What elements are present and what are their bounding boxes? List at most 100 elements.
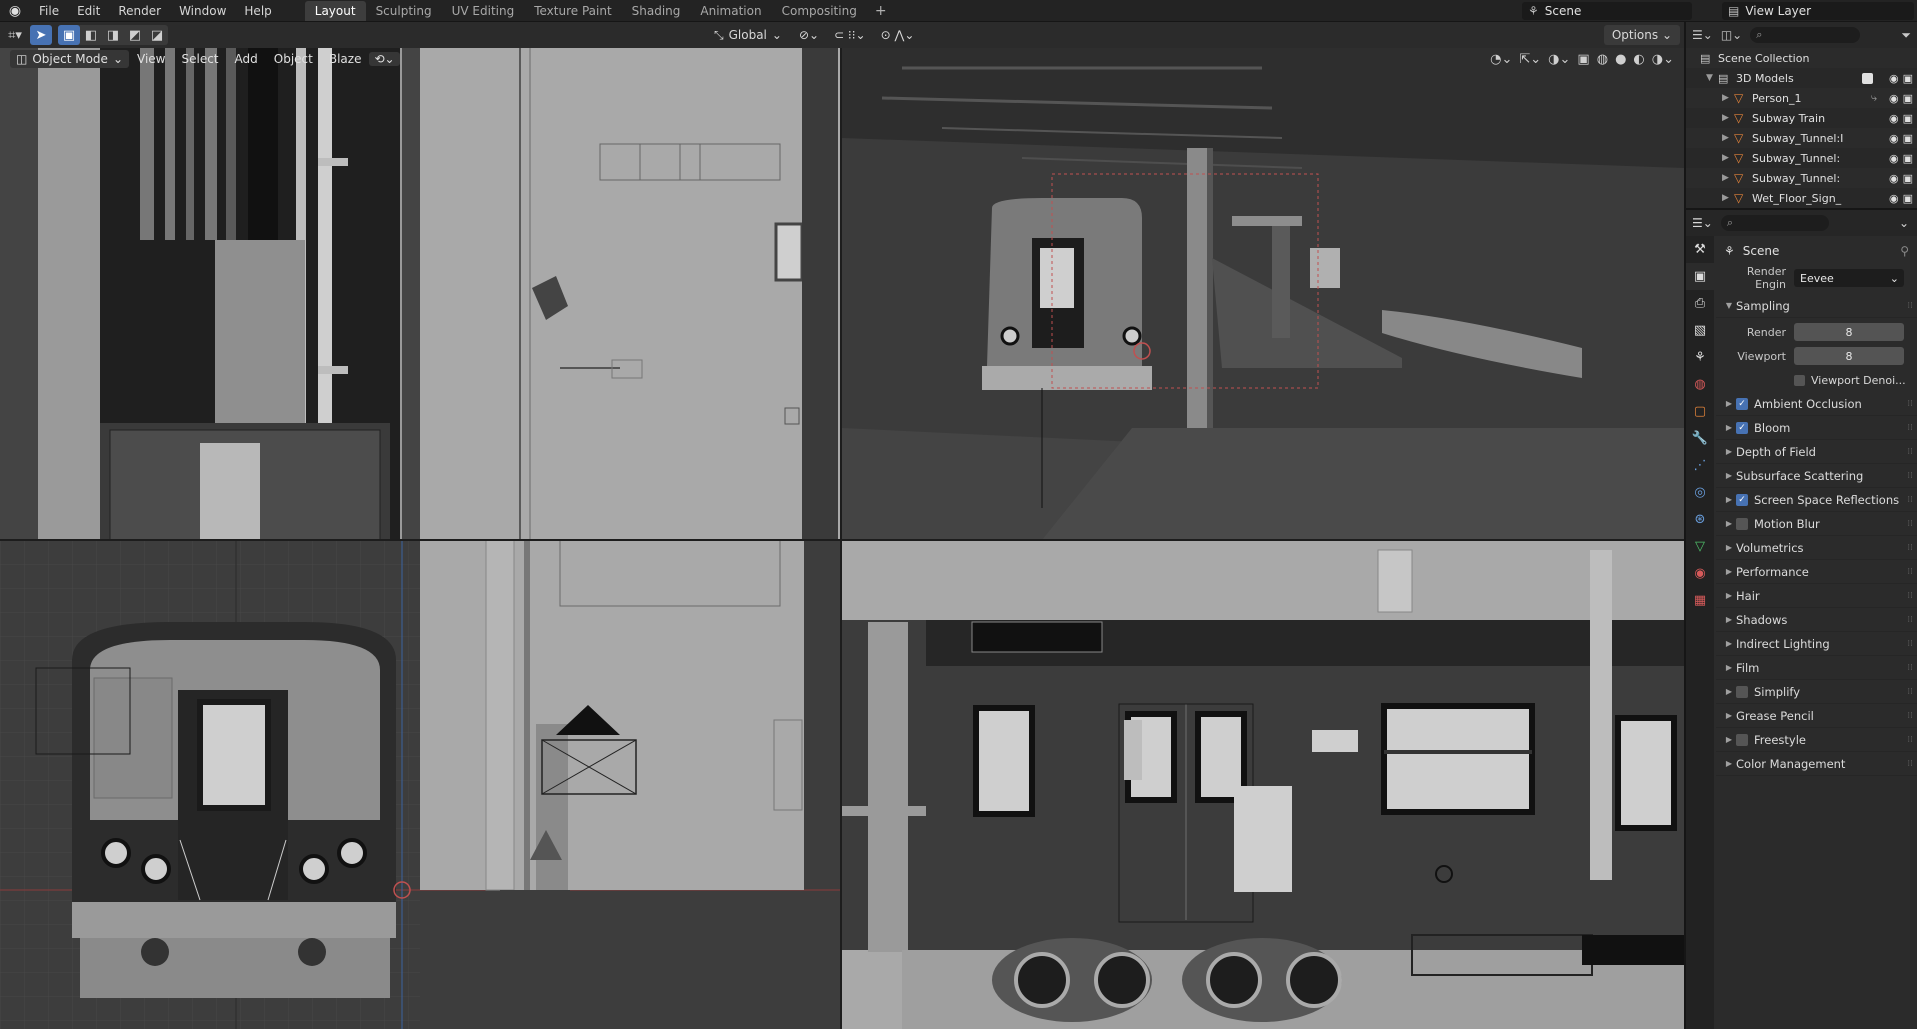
expand-arrow-icon[interactable]: ▶ [1722, 193, 1734, 203]
drag-handle-icon[interactable]: ⁞⁞ [1907, 687, 1913, 697]
scene-selector[interactable]: ⚘ Scene [1522, 2, 1692, 20]
camera-icon[interactable]: ▣ [1903, 172, 1913, 185]
camera-icon[interactable]: ▣ [1903, 72, 1913, 85]
output-tab-icon[interactable]: ⎙ [1686, 290, 1714, 317]
eye-icon[interactable]: ◉ [1889, 172, 1899, 185]
panel-enable-checkbox[interactable] [1736, 517, 1748, 530]
panel-motion-blur[interactable]: ▶ Motion Blur ⁞⁞ [1716, 512, 1917, 536]
wireframe-shading-icon[interactable]: ◍ [1597, 52, 1608, 67]
viewport-top-right[interactable]: ◔⌄ ⇱⌄ ◑⌄ ▣ ◍ ● ◐ ◑⌄ [842, 48, 1684, 540]
panel-performance[interactable]: ▶ Performance ⁞⁞ [1716, 560, 1917, 584]
tab-uv-editing[interactable]: UV Editing [442, 1, 525, 21]
solid-shading-icon[interactable]: ● [1615, 52, 1626, 67]
menu-file[interactable]: File [30, 0, 68, 22]
outliner-row-3d-models[interactable]: ▼ ▤ 3D Models ◉ ▣ [1686, 68, 1917, 88]
panel-shadows[interactable]: ▶ Shadows ⁞⁞ [1716, 608, 1917, 632]
panel-simplify[interactable]: ▶ Simplify ⁞⁞ [1716, 680, 1917, 704]
properties-editor-icon[interactable]: ☰⌄ [1692, 216, 1713, 230]
drag-handle-icon[interactable]: ⁞⁞ [1907, 591, 1913, 601]
snap-icon[interactable]: ⊂ ⁝⁝⌄ [834, 28, 866, 42]
collection-checkbox[interactable] [1862, 72, 1873, 84]
options-button[interactable]: Options ⌄ [1603, 25, 1680, 45]
panel-hair[interactable]: ▶ Hair ⁞⁞ [1716, 584, 1917, 608]
viewport-bottom-right[interactable] [842, 540, 1684, 1029]
drag-handle-icon[interactable]: ⁞⁞ [1907, 663, 1913, 673]
pivot-icon[interactable]: ⊘⌄ [799, 28, 819, 42]
tab-compositing[interactable]: Compositing [772, 1, 867, 21]
camera-icon[interactable]: ▣ [1903, 132, 1913, 145]
blender-logo-icon[interactable]: ◉ [0, 0, 30, 22]
outliner-row-subway-train[interactable]: ▶ ▽ Subway Train ◉ ▣ [1686, 108, 1917, 128]
eye-icon[interactable]: ◉ [1889, 132, 1899, 145]
expand-arrow-icon[interactable]: ▶ [1722, 153, 1734, 163]
expand-arrow-icon[interactable]: ▼ [1706, 73, 1718, 83]
outliner-row-scene-collection[interactable]: ▤ Scene Collection [1686, 48, 1917, 68]
render-engine-dropdown[interactable]: Eevee ⌄ [1794, 269, 1904, 287]
tab-texture-paint[interactable]: Texture Paint [524, 1, 621, 21]
drag-handle-icon[interactable]: ⁞⁞ [1907, 735, 1913, 745]
outliner-editor-icon[interactable]: ☰⌄ [1692, 28, 1713, 42]
scene-tab-icon[interactable]: ⚘ [1686, 344, 1714, 371]
chevron-down-icon[interactable]: ⌄ [1899, 216, 1909, 230]
drag-handle-icon[interactable]: ⁞⁞ [1907, 567, 1913, 577]
sampling-panel-header[interactable]: ▼ Sampling ⁞⁞ [1716, 294, 1917, 318]
drag-handle-icon[interactable]: ⁞⁞ [1907, 639, 1913, 649]
drag-handle-icon[interactable]: ⁞⁞ [1907, 423, 1913, 433]
outliner-search-input[interactable]: ⌕ [1750, 27, 1861, 43]
panel-subsurface-scattering[interactable]: ▶ Subsurface Scattering ⁞⁞ [1716, 464, 1917, 488]
select-new-icon[interactable]: ▣ [58, 25, 80, 45]
menu-render[interactable]: Render [109, 0, 170, 22]
render-tab-icon[interactable]: ▣ [1686, 263, 1714, 290]
select-subtract-icon[interactable]: ◨ [102, 25, 124, 45]
add-workspace-icon[interactable]: + [867, 3, 895, 19]
tab-layout[interactable]: Layout [304, 0, 366, 21]
texture-tab-icon[interactable]: ▦ [1686, 587, 1714, 614]
eye-icon[interactable]: ◉ [1889, 152, 1899, 165]
drag-handle-icon[interactable]: ⁞⁞ [1907, 471, 1913, 481]
outliner-row-subway-tunnel-3[interactable]: ▶ ▽ Subway_Tunnel: ◉ ▣ [1686, 168, 1917, 188]
drag-handle-icon[interactable]: ⁞⁞ [1907, 301, 1913, 311]
panel-bloom[interactable]: ▶ ✓ Bloom ⁞⁞ [1716, 416, 1917, 440]
menu-view[interactable]: View [129, 52, 173, 66]
tab-sculpting[interactable]: Sculpting [366, 1, 442, 21]
expand-arrow-icon[interactable]: ▶ [1722, 93, 1734, 103]
camera-icon[interactable]: ▣ [1903, 152, 1913, 165]
tab-animation[interactable]: Animation [690, 1, 771, 21]
menu-object[interactable]: Object [266, 52, 321, 66]
viewport-denoise-checkbox[interactable] [1794, 374, 1805, 386]
panel-indirect-lighting[interactable]: ▶ Indirect Lighting ⁞⁞ [1716, 632, 1917, 656]
view-layer-tab-icon[interactable]: ▧ [1686, 317, 1714, 344]
panel-color-management[interactable]: ▶ Color Management ⁞⁞ [1716, 752, 1917, 776]
outliner-row-person[interactable]: ▶ ▽ Person_1 ⤷ ◉ ▣ [1686, 88, 1917, 108]
tab-shading[interactable]: Shading [622, 1, 691, 21]
menu-blaze[interactable]: Blaze [321, 52, 370, 66]
xray-icon[interactable]: ▣ [1577, 52, 1589, 67]
panel-grease-pencil[interactable]: ▶ Grease Pencil ⁞⁞ [1716, 704, 1917, 728]
outliner-row-wet-floor-sign[interactable]: ▶ ▽ Wet_Floor_Sign_ ◉ ▣ [1686, 188, 1917, 208]
horizontal-split[interactable] [0, 539, 1684, 541]
outliner-row-subway-tunnel-2[interactable]: ▶ ▽ Subway_Tunnel: ◉ ▣ [1686, 148, 1917, 168]
select-intersect-icon[interactable]: ◪ [146, 25, 168, 45]
panel-screen-space-reflections[interactable]: ▶ ✓ Screen Space Reflections ⁞⁞ [1716, 488, 1917, 512]
pin-icon[interactable]: ⚲ [1900, 244, 1909, 258]
menu-help[interactable]: Help [235, 0, 280, 22]
select-invert-icon[interactable]: ◩ [124, 25, 146, 45]
object-mode-dropdown[interactable]: ◫ Object Mode ⌄ [10, 50, 129, 68]
panel-enable-checkbox[interactable] [1736, 685, 1748, 698]
proportional-edit-icon[interactable]: ⊙ ⋀⌄ [881, 28, 915, 42]
tool-tab-icon[interactable]: ⚒ [1686, 236, 1714, 263]
material-shading-icon[interactable]: ◐ [1633, 52, 1644, 67]
overlay-icon[interactable]: ◑⌄ [1548, 52, 1570, 67]
physics-tab-icon[interactable]: ◎ [1686, 479, 1714, 506]
outliner-row-subway-tunnel-1[interactable]: ▶ ▽ Subway_Tunnel:I ◉ ▣ [1686, 128, 1917, 148]
eye-icon[interactable]: ◉ [1889, 112, 1899, 125]
expand-arrow-icon[interactable]: ▶ [1722, 133, 1734, 143]
panel-depth-of-field[interactable]: ▶ Depth of Field ⁞⁞ [1716, 440, 1917, 464]
properties-search-input[interactable]: ⌕ [1720, 215, 1829, 231]
drag-handle-icon[interactable]: ⁞⁞ [1907, 495, 1913, 505]
panel-freestyle[interactable]: ▶ Freestyle ⁞⁞ [1716, 728, 1917, 752]
visibility-icon[interactable]: ◔⌄ [1490, 52, 1512, 67]
transform-orientation-dropdown[interactable]: ⤡ Global ⌄ ⊘⌄ ⊂ ⁝⁝⌄ ⊙ ⋀⌄ [714, 25, 914, 45]
drag-handle-icon[interactable]: ⁞⁞ [1907, 711, 1913, 721]
camera-icon[interactable]: ▣ [1903, 192, 1913, 205]
